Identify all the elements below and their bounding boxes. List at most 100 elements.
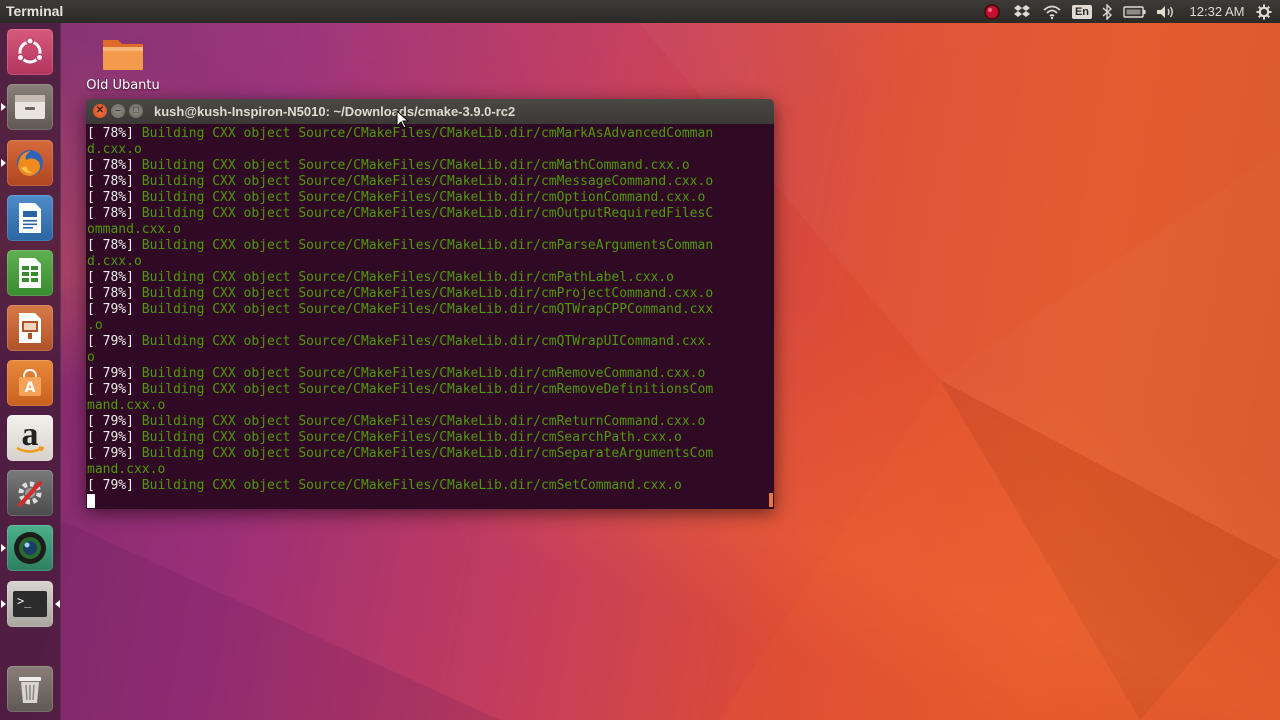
trash-icon[interactable] [7,666,53,712]
build-progress: [ 78%] [87,158,134,173]
running-indicator [1,544,6,552]
gear-icon[interactable] [1253,0,1275,23]
build-message: Building CXX object Source/CMakeFiles/CM… [133,478,682,493]
build-message: Building CXX object Source/CMakeFiles/CM… [133,446,714,461]
terminal-line: [ 79%] Building CXX object Source/CMakeF… [87,478,774,494]
terminal-cursor-line [87,494,774,509]
terminal-line: [ 78%] Building CXX object Source/CMakeF… [87,270,774,286]
svg-text:A: A [25,380,36,396]
build-message: Building CXX object Source/CMakeFiles/CM… [133,414,706,429]
camera-app-icon[interactable] [7,525,53,571]
ubuntu-software-icon[interactable]: A [7,360,53,406]
libreoffice-impress-icon[interactable] [7,305,53,351]
build-message: Building CXX object Source/CMakeFiles/CM… [133,302,714,317]
terminal-output[interactable]: [ 78%] Building CXX object Source/CMakeF… [86,124,774,509]
build-message: Building CXX object Source/CMakeFiles/CM… [133,206,714,221]
terminal-line: [ 78%] Building CXX object Source/CMakeF… [87,126,774,142]
mouse-pointer-icon [396,110,410,129]
terminal-icon-prompt: >_ [13,591,47,617]
terminal-line: [ 79%] Building CXX object Source/CMakeF… [87,334,774,350]
volume-icon[interactable] [1155,0,1177,23]
top-panel: Terminal En 12:32 AM [0,0,1280,23]
scroll-indicator[interactable] [769,493,773,507]
running-indicator [1,159,6,167]
libreoffice-writer-icon[interactable] [7,195,53,241]
terminal-line: [ 78%] Building CXX object Source/CMakeF… [87,238,774,254]
terminal-line: [ 79%] Building CXX object Source/CMakeF… [87,382,774,398]
build-message: ommand.cxx.o [87,222,181,237]
dropbox-icon[interactable] [1011,0,1033,23]
build-message: Building CXX object Source/CMakeFiles/CM… [133,126,714,141]
build-progress: [ 78%] [87,174,134,189]
running-indicator [1,600,6,608]
desktop-folder-label: Old Ubantu [86,78,160,93]
text-cursor [87,494,95,508]
amazon-icon[interactable]: a [7,415,53,461]
libreoffice-calc-icon[interactable] [7,250,53,296]
terminal-line: .o [87,318,774,334]
terminal-line: [ 79%] Building CXX object Source/CMakeF… [87,302,774,318]
terminal-line: d.cxx.o [87,142,774,158]
build-message: o [87,350,95,365]
record-indicator-icon[interactable] [981,0,1003,23]
firefox-icon[interactable] [7,140,53,186]
terminal-titlebar[interactable]: ✕ – □ kush@kush-Inspiron-N5010: ~/Downlo… [86,99,774,124]
maximize-button[interactable]: □ [129,104,143,118]
terminal-title: kush@kush-Inspiron-N5010: ~/Downloads/cm… [154,104,516,119]
folder-icon [103,40,143,70]
build-message: mand.cxx.o [87,462,166,477]
build-message: Building CXX object Source/CMakeFiles/CM… [133,366,706,381]
build-message: Building CXX object Source/CMakeFiles/CM… [133,286,714,301]
build-message: Building CXX object Source/CMakeFiles/CM… [133,238,714,253]
terminal-line: ommand.cxx.o [87,222,774,238]
terminal-line: [ 78%] Building CXX object Source/CMakeF… [87,206,774,222]
minimize-button[interactable]: – [111,104,125,118]
build-message: mand.cxx.o [87,398,166,413]
clock[interactable]: 12:32 AM [1184,0,1250,23]
build-message: d.cxx.o [87,254,142,269]
build-progress: [ 79%] [87,478,134,493]
build-progress: [ 78%] [87,286,134,301]
bluetooth-icon[interactable] [1098,0,1116,23]
build-progress: [ 79%] [87,302,134,317]
system-settings-icon[interactable] [7,470,53,516]
build-message: Building CXX object Source/CMakeFiles/CM… [133,430,682,445]
launcher: A a >_ [0,23,61,720]
terminal-window[interactable]: ✕ – □ kush@kush-Inspiron-N5010: ~/Downlo… [86,99,774,509]
terminal-line: [ 78%] Building CXX object Source/CMakeF… [87,158,774,174]
build-progress: [ 79%] [87,414,134,429]
keyboard-layout-icon[interactable]: En [1071,0,1093,23]
terminal-line: d.cxx.o [87,254,774,270]
build-message: Building CXX object Source/CMakeFiles/CM… [133,382,714,397]
terminal-line: [ 79%] Building CXX object Source/CMakeF… [87,446,774,462]
terminal-line: [ 79%] Building CXX object Source/CMakeF… [87,430,774,446]
build-progress: [ 78%] [87,270,134,285]
build-message: Building CXX object Source/CMakeFiles/CM… [133,334,714,349]
build-progress: [ 78%] [87,238,134,253]
files-icon[interactable] [7,84,53,130]
focused-indicator [55,600,60,608]
ubuntu-dash-icon[interactable] [7,29,53,75]
build-progress: [ 78%] [87,206,134,221]
wifi-icon[interactable] [1040,0,1064,23]
terminal-line: [ 78%] Building CXX object Source/CMakeF… [87,286,774,302]
terminal-line: [ 78%] Building CXX object Source/CMakeF… [87,190,774,206]
terminal-lines: [ 78%] Building CXX object Source/CMakeF… [87,126,774,494]
build-progress: [ 79%] [87,366,134,381]
build-message: .o [87,318,103,333]
battery-icon[interactable] [1122,0,1148,23]
build-message: Building CXX object Source/CMakeFiles/CM… [133,174,714,189]
close-button[interactable]: ✕ [93,104,107,118]
terminal-line: mand.cxx.o [87,398,774,414]
keyboard-layout-label: En [1071,4,1093,19]
terminal-line: [ 79%] Building CXX object Source/CMakeF… [87,366,774,382]
running-indicator [1,103,6,111]
terminal-line: mand.cxx.o [87,462,774,478]
build-progress: [ 78%] [87,190,134,205]
build-message: Building CXX object Source/CMakeFiles/CM… [133,158,690,173]
build-progress: [ 79%] [87,382,134,397]
build-message: d.cxx.o [87,142,142,157]
build-progress: [ 79%] [87,334,134,349]
desktop-folder[interactable]: Old Ubantu [84,34,162,93]
terminal-icon[interactable]: >_ [7,581,53,627]
